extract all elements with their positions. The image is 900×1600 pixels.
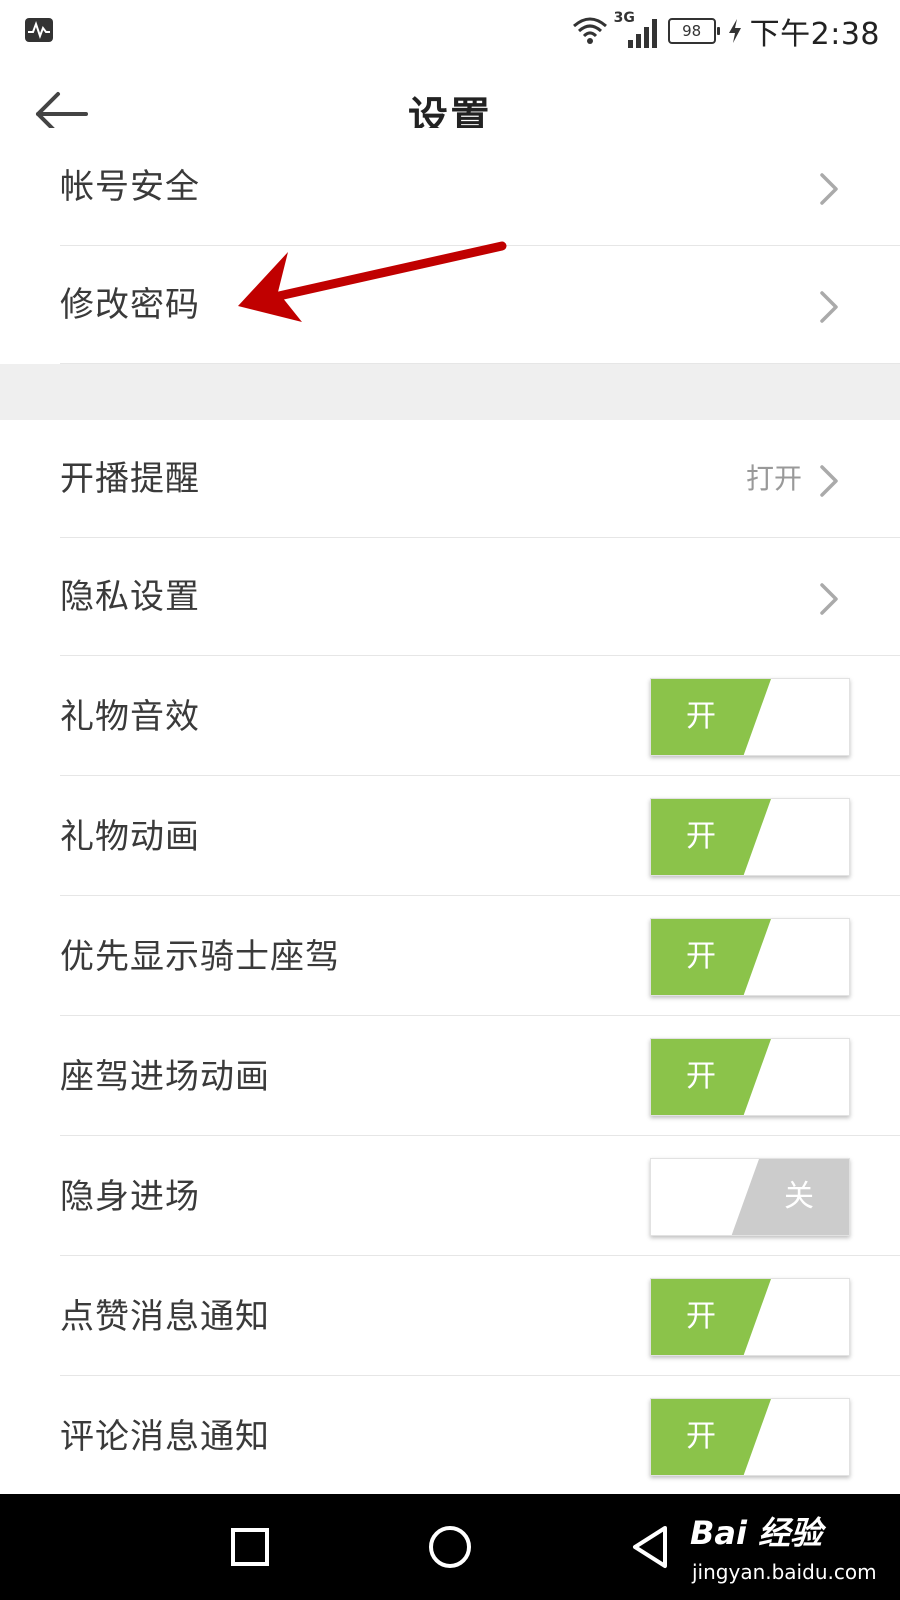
toggle-state-text: 开 [686,1299,716,1334]
knight-vehicle-priority-row: 优先显示骑士座驾 开 [0,898,900,1016]
row-label: 礼物动画 [60,817,200,857]
gift-sound-toggle[interactable]: 开 [650,678,850,756]
signal-bars-icon [627,19,657,48]
toggle-state-text: 开 [686,699,716,734]
status-time: 下午2:38 [749,17,880,52]
row-label: 帐号安全 [60,167,200,207]
change-password-row[interactable]: 修改密码 [0,246,900,364]
row-divider [60,1375,900,1376]
vehicle-entrance-animation-row: 座驾进场动画 开 [0,1018,900,1136]
like-notification-toggle[interactable]: 开 [650,1278,850,1356]
section-gap [0,364,900,420]
row-divider [60,1255,900,1256]
invisible-entrance-toggle[interactable]: 关 [650,1158,850,1236]
watermark-logo-text: Bai 经验 [690,1514,823,1552]
gift-animation-toggle[interactable]: 开 [650,798,850,876]
circle-home-icon [429,1526,471,1568]
watermark-url: jingyan.baidu.com [692,1560,877,1584]
baidu-jingyan-watermark: Bai 经验 jingyan.baidu.com [690,1508,890,1594]
toggle-state-text: 开 [686,939,716,974]
square-recent-apps-icon [231,1528,269,1566]
comment-notification-toggle[interactable]: 开 [650,1398,850,1476]
row-label: 修改密码 [60,285,200,325]
toggle-state-text: 关 [784,1179,814,1214]
broadcast-reminder-row[interactable]: 开播提醒 打开 [0,420,900,538]
cellular-signal: 3G [614,10,662,48]
row-divider [60,1015,900,1016]
chevron-right-icon [820,465,838,497]
invisible-entrance-row: 隐身进场 关 [0,1138,900,1256]
triangle-back-icon [633,1526,667,1568]
pulse-notification-icon [25,18,53,42]
nav-back-button[interactable] [625,1522,675,1572]
row-label: 礼物音效 [60,697,200,737]
toggle-state-text: 开 [686,1419,716,1454]
row-label: 开播提醒 [60,459,200,499]
chevron-right-icon [820,583,838,615]
battery-indicator: 98 [667,18,720,44]
charging-bolt-icon [728,19,741,43]
home-button[interactable] [425,1522,475,1572]
gift-animation-row: 礼物动画 开 [0,778,900,896]
row-value: 打开 [745,462,802,495]
row-label: 座驾进场动画 [60,1057,270,1097]
like-notification-row: 点赞消息通知 开 [0,1258,900,1376]
row-divider [60,775,900,776]
row-divider [60,655,900,656]
gift-sound-row: 礼物音效 开 [0,658,900,776]
recent-apps-button[interactable] [225,1522,275,1572]
toggle-state-text: 开 [686,819,716,854]
row-label: 评论消息通知 [60,1417,270,1457]
privacy-settings-row[interactable]: 隐私设置 [0,538,900,656]
status-bar: 3G 98 下午2:38 [0,0,900,62]
row-label: 点赞消息通知 [60,1297,270,1337]
row-label: 隐身进场 [60,1177,200,1217]
chevron-right-icon [820,173,838,205]
comment-notification-row: 评论消息通知 开 [0,1378,900,1496]
toggle-state-text: 开 [686,1059,716,1094]
status-icons: 3G 98 下午2:38 [572,10,880,52]
chevron-right-icon [820,291,838,323]
account-security-row[interactable]: 帐号安全 [0,128,900,246]
row-label: 优先显示骑士座驾 [60,937,340,977]
wifi-icon [572,17,607,44]
row-divider [60,895,900,896]
knight-vehicle-priority-toggle[interactable]: 开 [650,918,850,996]
row-divider [60,1135,900,1136]
row-label: 隐私设置 [60,577,200,617]
system-nav-bar: Bai 经验 jingyan.baidu.com [0,1494,900,1600]
vehicle-entrance-animation-toggle[interactable]: 开 [650,1038,850,1116]
